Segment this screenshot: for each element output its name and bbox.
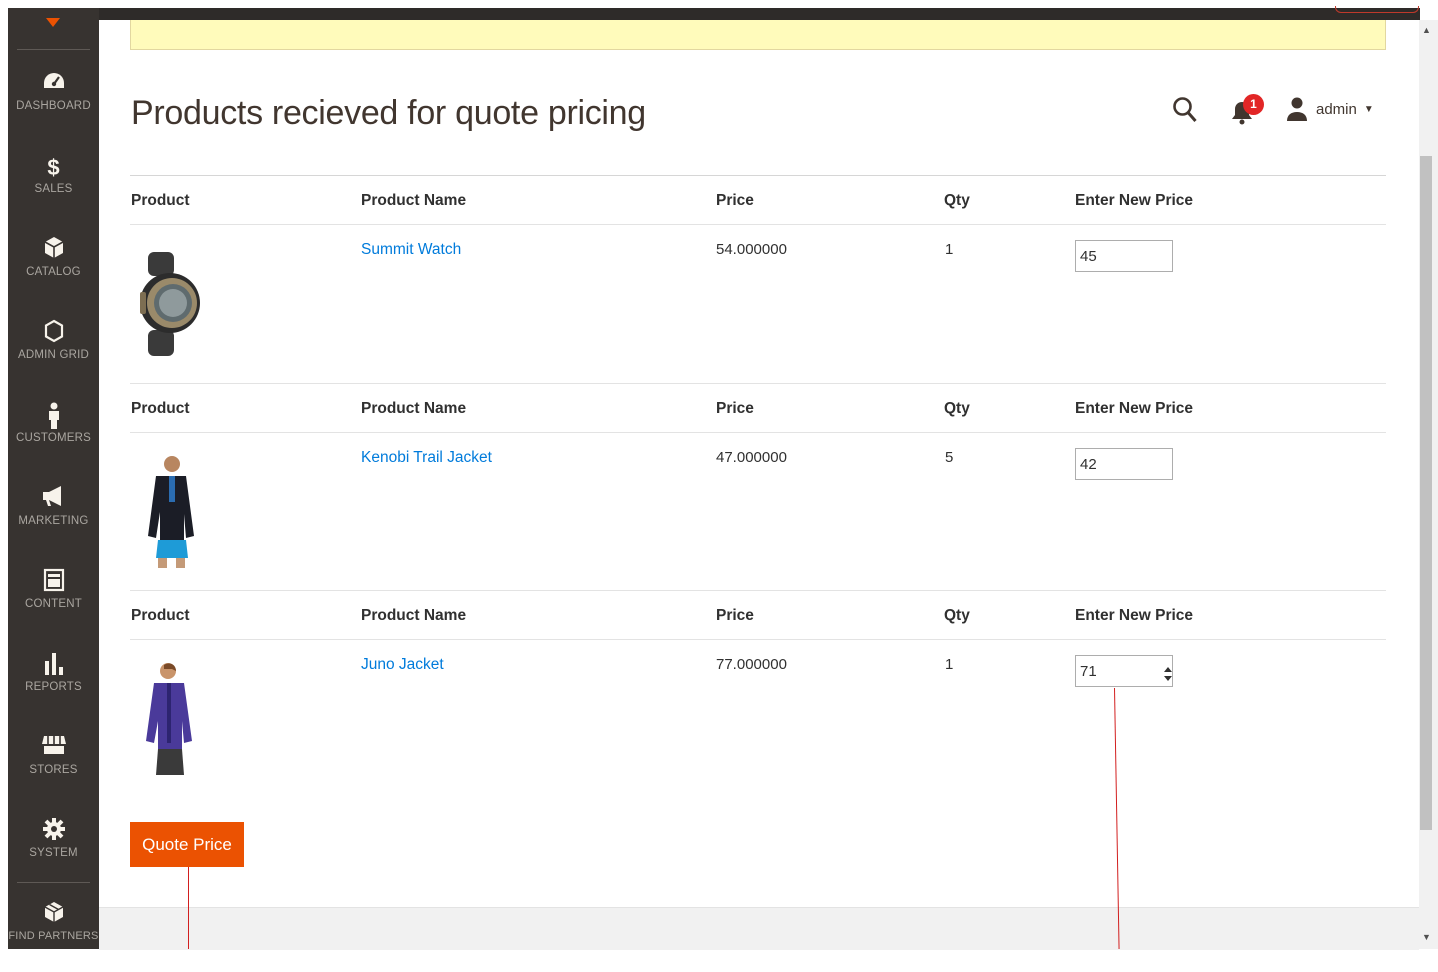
col-qty: Qty <box>944 607 970 624</box>
jacket-woman-image <box>134 661 204 776</box>
table-header-row: Product Product Name Price Qty Enter New… <box>130 175 1386 225</box>
product-name-link[interactable]: Summit Watch <box>361 241 461 259</box>
bar-chart-icon <box>8 651 99 681</box>
top-bar <box>8 8 1420 20</box>
sidebar-item-content[interactable]: CONTENT <box>8 568 99 640</box>
top-bar-tab <box>1335 6 1419 13</box>
product-price: 54.000000 <box>716 241 787 258</box>
scroll-up-icon[interactable]: ▲ <box>1422 25 1431 35</box>
sidebar-divider <box>17 49 90 50</box>
col-product-name: Product Name <box>361 192 467 209</box>
watch-image <box>134 246 204 361</box>
sidebar-item-label: REPORTS <box>25 681 82 693</box>
sidebar-item-marketing[interactable]: MARKETING <box>8 485 99 557</box>
product-price: 47.000000 <box>716 449 787 466</box>
user-icon <box>1287 97 1307 121</box>
dashboard-icon <box>8 70 99 100</box>
admin-username: admin <box>1316 100 1357 118</box>
table-row: Kenobi Trail Jacket 47.000000 5 <box>130 434 1386 591</box>
admin-sidebar: DASHBOARD $ SALES CATALOG ADMIN GRID CUS… <box>8 8 99 949</box>
product-name-link[interactable]: Juno Jacket <box>361 656 444 674</box>
annotation-line-button <box>188 867 189 949</box>
new-price-input[interactable] <box>1075 448 1173 480</box>
quote-price-button[interactable]: Quote Price <box>130 822 244 867</box>
blocks-icon <box>8 900 99 930</box>
hexagon-icon <box>8 319 99 349</box>
product-name-link[interactable]: Kenobi Trail Jacket <box>361 449 492 467</box>
sidebar-item-admin-grid[interactable]: ADMIN GRID <box>8 319 99 391</box>
admin-user-menu[interactable]: admin ▼ <box>1286 95 1374 123</box>
sidebar-item-label: CONTENT <box>25 598 82 610</box>
col-new-price: Enter New Price <box>1075 607 1194 624</box>
notifications-button[interactable]: 1 <box>1230 94 1270 126</box>
cube-icon <box>8 236 99 266</box>
sidebar-item-label: DASHBOARD <box>16 100 91 112</box>
col-price: Price <box>716 400 754 417</box>
sidebar-item-label: SALES <box>34 183 73 195</box>
person-icon <box>8 402 99 432</box>
col-price: Price <box>716 192 754 209</box>
vertical-scrollbar[interactable]: ▲ ▼ <box>1419 20 1438 949</box>
chevron-down-icon: ▼ <box>1363 103 1374 115</box>
col-product: Product <box>131 400 190 417</box>
col-qty: Qty <box>944 400 970 417</box>
sidebar-divider <box>17 882 90 883</box>
product-price: 77.000000 <box>716 656 787 673</box>
jacket-man-image <box>134 454 204 569</box>
top-margin <box>0 0 1438 8</box>
magento-logo-icon[interactable] <box>46 18 60 27</box>
table-row: Summit Watch 54.000000 1 <box>130 226 1386 383</box>
sidebar-item-label: MARKETING <box>18 515 89 527</box>
sidebar-item-sales[interactable]: $ SALES <box>8 153 99 225</box>
scrollbar-thumb[interactable] <box>1420 156 1432 830</box>
sidebar-item-catalog[interactable]: CATALOG <box>8 236 99 308</box>
search-icon[interactable] <box>1172 96 1198 124</box>
page-footer <box>99 907 1419 950</box>
col-new-price: Enter New Price <box>1075 192 1194 209</box>
sidebar-item-system[interactable]: SYSTEM <box>8 817 99 889</box>
col-product-name: Product Name <box>361 400 467 417</box>
table-row: Juno Jacket 77.000000 1 <box>130 641 1386 798</box>
storefront-icon <box>8 734 99 764</box>
col-product: Product <box>131 192 190 209</box>
col-qty: Qty <box>944 192 970 209</box>
col-product: Product <box>131 607 190 624</box>
sidebar-item-customers[interactable]: CUSTOMERS <box>8 402 99 474</box>
sidebar-item-label: CATALOG <box>26 266 81 278</box>
dollar-icon: $ <box>47 155 60 180</box>
sidebar-item-dashboard[interactable]: DASHBOARD <box>8 70 99 142</box>
col-product-name: Product Name <box>361 607 467 624</box>
product-qty: 1 <box>945 656 954 673</box>
table-header-row: Product Product Name Price Qty Enter New… <box>130 383 1386 433</box>
number-spinner-icon[interactable] <box>1163 665 1173 683</box>
sidebar-item-label: SYSTEM <box>29 847 78 859</box>
sidebar-item-label: FIND PARTNERS <box>8 930 99 942</box>
new-price-input[interactable] <box>1075 655 1173 687</box>
col-price: Price <box>716 607 754 624</box>
scroll-down-icon[interactable]: ▼ <box>1422 932 1431 942</box>
gear-icon <box>8 817 99 847</box>
table-header-row: Product Product Name Price Qty Enter New… <box>130 590 1386 640</box>
new-price-input[interactable] <box>1075 240 1173 272</box>
product-qty: 1 <box>945 241 954 258</box>
system-message-bar[interactable] <box>130 20 1386 50</box>
sidebar-item-label: CUSTOMERS <box>15 432 92 444</box>
sidebar-item-find-partners[interactable]: FIND PARTNERS <box>8 900 99 972</box>
sidebar-item-reports[interactable]: REPORTS <box>8 651 99 723</box>
product-qty: 5 <box>945 449 954 466</box>
sidebar-item-stores[interactable]: STORES <box>8 734 99 806</box>
layout-icon <box>8 568 99 598</box>
col-new-price: Enter New Price <box>1075 400 1194 417</box>
sidebar-item-label: ADMIN GRID <box>18 349 89 361</box>
megaphone-icon <box>8 485 99 515</box>
sidebar-item-label: STORES <box>29 764 78 776</box>
notifications-count-badge: 1 <box>1243 94 1264 115</box>
page-title: Products recieved for quote pricing <box>131 94 646 132</box>
